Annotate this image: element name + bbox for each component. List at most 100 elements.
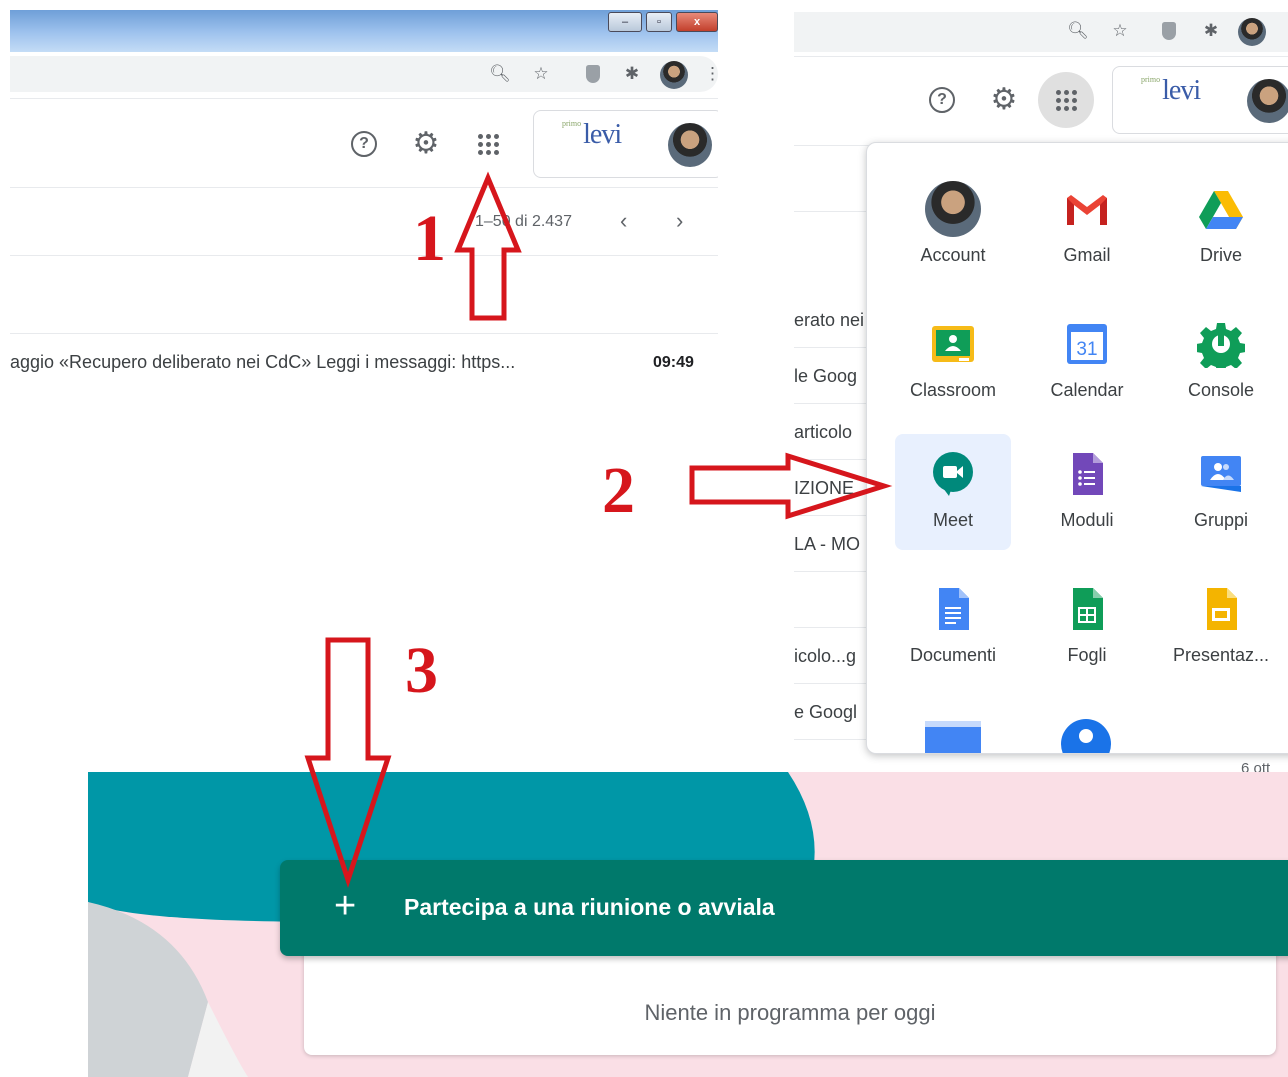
app-label: Moduli bbox=[1060, 510, 1114, 530]
gmail-icon bbox=[1067, 195, 1107, 225]
email-fragment[interactable]: articolo bbox=[794, 404, 874, 460]
help-icon: ? bbox=[351, 131, 377, 157]
email-fragment[interactable]: erato nei bbox=[794, 292, 874, 348]
bookmark-star-icon[interactable]: ☆ bbox=[1108, 19, 1132, 43]
apps-launcher-button[interactable] bbox=[469, 125, 507, 163]
app-drive[interactable]: Drive bbox=[1163, 169, 1279, 285]
calendar-icon: 31 bbox=[1067, 324, 1107, 364]
sites-icon[interactable] bbox=[925, 721, 981, 753]
app-label: Gmail bbox=[1063, 245, 1111, 265]
apps-grid-icon bbox=[1055, 89, 1077, 111]
forms-icon bbox=[1073, 453, 1103, 495]
apps-launcher-button[interactable] bbox=[1038, 72, 1094, 128]
app-label: Account bbox=[920, 245, 986, 265]
profile-avatar[interactable] bbox=[1238, 18, 1266, 46]
pagination-range: 1–50 di 2.437 bbox=[475, 213, 572, 230]
settings-button[interactable]: ⚙ bbox=[985, 81, 1023, 119]
step1-number: 1 bbox=[413, 202, 446, 275]
step2-number: 2 bbox=[602, 454, 635, 527]
divider bbox=[10, 187, 718, 188]
app-label: Console bbox=[1187, 380, 1255, 400]
help-icon: ? bbox=[929, 87, 955, 113]
apps-launcher-menu: Account Gmail Drive Classroom 31 Calenda… bbox=[866, 142, 1288, 754]
account-switcher[interactable]: primolevi bbox=[1112, 66, 1288, 134]
email-fragment[interactable]: LA - MO bbox=[794, 516, 874, 572]
extensions-puzzle-icon[interactable]: ✱ bbox=[1199, 19, 1223, 43]
plus-icon: + bbox=[334, 885, 357, 927]
divider bbox=[794, 145, 874, 146]
join-button-label: Partecipa a una riunione o avviala bbox=[404, 894, 775, 920]
app-label: Fogli bbox=[1067, 645, 1107, 665]
minimize-button[interactable]: – bbox=[608, 12, 642, 32]
app-meet[interactable]: Meet bbox=[895, 434, 1011, 550]
contacts-icon[interactable] bbox=[1061, 719, 1111, 753]
email-fragment[interactable]: e Googl bbox=[794, 684, 874, 740]
email-time: 09:49 bbox=[653, 354, 694, 371]
groups-icon bbox=[1201, 456, 1241, 492]
profile-avatar[interactable] bbox=[660, 61, 688, 89]
divider bbox=[10, 98, 718, 99]
extensions-puzzle-icon[interactable]: ✱ bbox=[620, 62, 644, 86]
app-groups[interactable]: Gruppi bbox=[1163, 434, 1279, 550]
app-classroom[interactable]: Classroom bbox=[895, 304, 1011, 420]
docs-icon bbox=[939, 588, 969, 630]
email-fragment[interactable]: icolo...g bbox=[794, 628, 874, 684]
prev-page-icon[interactable]: ‹ bbox=[620, 208, 627, 234]
app-gmail[interactable]: Gmail bbox=[1029, 169, 1145, 285]
app-account[interactable]: Account bbox=[895, 169, 1011, 285]
app-label: Documenti bbox=[909, 645, 997, 665]
org-logo: primolevi bbox=[562, 119, 622, 150]
account-avatar[interactable] bbox=[1247, 79, 1288, 123]
app-label: Calendar bbox=[1050, 380, 1124, 400]
console-icon bbox=[1197, 323, 1245, 368]
extension-shield-icon[interactable] bbox=[586, 65, 600, 83]
empty-schedule-message: Niente in programma per oggi bbox=[644, 1000, 936, 1025]
gear-icon: ⚙ bbox=[990, 83, 1018, 116]
email-snippet[interactable]: aggio «Recupero deliberato nei CdC» Legg… bbox=[10, 352, 610, 373]
extension-shield-icon[interactable] bbox=[1162, 22, 1176, 40]
slides-icon bbox=[1207, 588, 1237, 630]
account-switcher[interactable]: primolevi bbox=[533, 110, 718, 178]
drive-icon bbox=[1199, 191, 1243, 229]
divider bbox=[794, 211, 874, 212]
app-docs[interactable]: Documenti bbox=[895, 569, 1011, 685]
app-slides[interactable]: Presentaz... bbox=[1163, 569, 1279, 685]
email-date: 6 ott bbox=[1241, 760, 1271, 772]
next-page-icon[interactable]: › bbox=[676, 208, 683, 234]
browser-menu-icon[interactable]: ⋮ bbox=[704, 62, 718, 86]
help-button[interactable]: ? bbox=[345, 125, 383, 163]
close-button[interactable]: x bbox=[676, 12, 718, 32]
restore-button[interactable]: ▫ bbox=[646, 12, 672, 32]
apps-launcher-panel: 🔍︎ ☆ ✱ ? ⚙ primolevi erato nei le Goog a… bbox=[794, 0, 1288, 772]
account-avatar-icon bbox=[925, 181, 981, 237]
app-label: Presentaz... bbox=[1172, 645, 1270, 665]
bookmark-star-icon[interactable]: ☆ bbox=[529, 62, 553, 86]
app-calendar[interactable]: 31 Calendar bbox=[1029, 304, 1145, 420]
join-or-start-meeting-button[interactable]: + Partecipa a una riunione o avviala bbox=[280, 860, 1288, 956]
gmail-screenshot-panel: – ▫ x 🔍︎ ☆ ✱ ⋮ ? ⚙ primolevi 1–50 di 2.4… bbox=[10, 0, 718, 400]
org-logo: primolevi bbox=[1141, 75, 1201, 106]
app-console[interactable]: Console bbox=[1163, 304, 1279, 420]
zoom-icon[interactable]: 🔍︎ bbox=[1066, 19, 1090, 43]
step3-number: 3 bbox=[405, 634, 438, 707]
email-fragment[interactable]: IZIONE bbox=[794, 460, 874, 516]
help-button[interactable]: ? bbox=[923, 81, 961, 119]
settings-button[interactable]: ⚙ bbox=[407, 125, 445, 163]
zoom-icon[interactable]: 🔍︎ bbox=[488, 62, 512, 86]
classroom-icon bbox=[932, 326, 974, 362]
divider bbox=[10, 333, 718, 334]
app-label: Meet bbox=[932, 510, 974, 530]
app-label: Classroom bbox=[909, 380, 997, 400]
app-forms[interactable]: Moduli bbox=[1029, 434, 1145, 550]
svg-text:31: 31 bbox=[1076, 339, 1097, 360]
account-avatar[interactable] bbox=[668, 123, 712, 167]
divider bbox=[794, 56, 1288, 57]
address-bar[interactable] bbox=[10, 56, 718, 92]
app-sheets[interactable]: Fogli bbox=[1029, 569, 1145, 685]
meet-home-panel: Niente in programma per oggi + Partecipa… bbox=[88, 772, 1288, 1077]
app-label: Drive bbox=[1199, 245, 1242, 265]
sheets-icon bbox=[1073, 588, 1103, 630]
app-label: Gruppi bbox=[1193, 510, 1249, 530]
email-fragment[interactable] bbox=[794, 572, 874, 628]
email-fragment[interactable]: le Goog bbox=[794, 348, 874, 404]
